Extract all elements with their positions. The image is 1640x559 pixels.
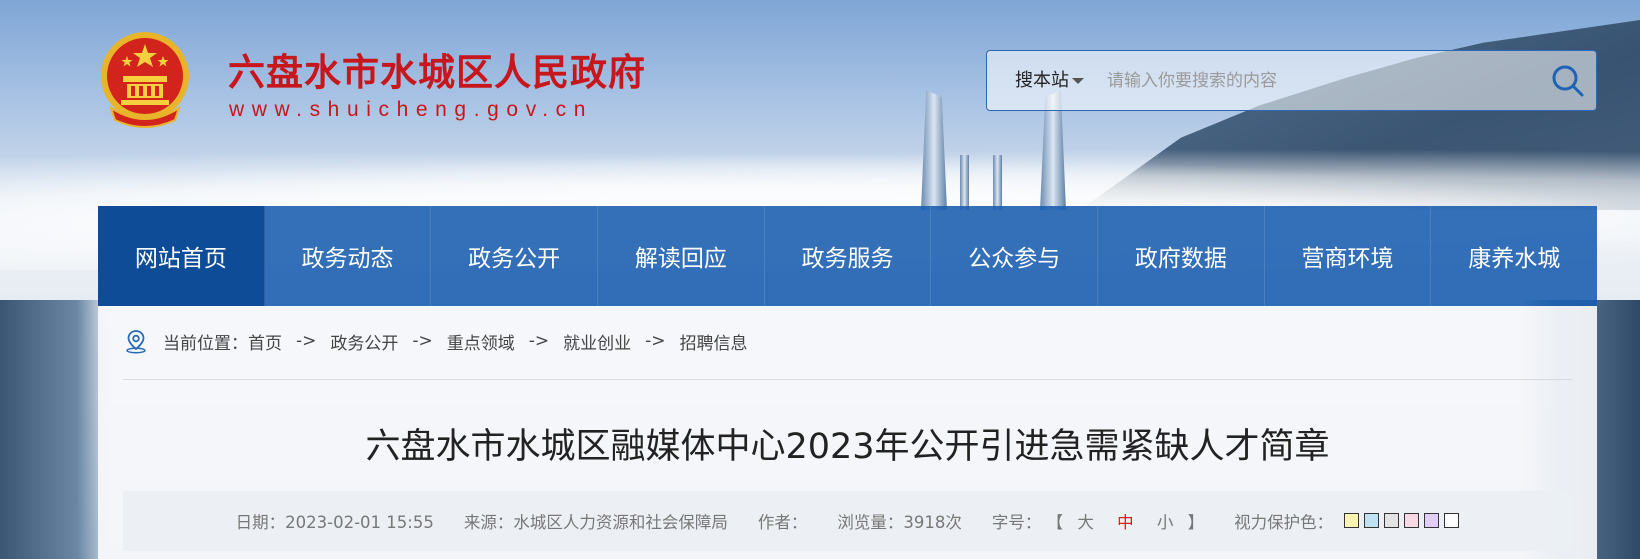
eye-care-swatch-gray[interactable] [1384, 513, 1400, 528]
font-size-large[interactable]: 大 [1077, 513, 1094, 532]
eye-care-swatch-blue[interactable] [1364, 513, 1380, 528]
eye-care-swatch-yellow[interactable] [1344, 513, 1360, 528]
nav-item-services[interactable]: 政务服务 [765, 206, 932, 306]
nav-item-open-government[interactable]: 政务公开 [431, 206, 599, 306]
divider [123, 379, 1572, 380]
eye-care-swatches [1344, 513, 1460, 528]
eye-care-control: 视力保护色： [1234, 509, 1460, 533]
article-meta: 日期：2023-02-01 15:55 来源：水城区人力资源和社会保障局 作者：… [123, 491, 1572, 551]
hill-illustration [0, 300, 110, 559]
site-header: 六盘水市水城区人民政府 www.shuicheng.gov.cn 搜本站 [0, 0, 1640, 206]
nav-item-data[interactable]: 政府数据 [1098, 206, 1265, 306]
search-scope-dropdown[interactable]: 搜本站 [1015, 51, 1084, 110]
font-size-medium[interactable]: 中 [1117, 513, 1134, 532]
search-icon[interactable] [1550, 63, 1586, 99]
main-nav: 网站首页 政务动态 政务公开 解读回应 政务服务 公众参与 政府数据 营商环境 … [98, 206, 1597, 306]
breadcrumb-item-recruitment[interactable]: 招聘信息 [680, 329, 748, 354]
eye-care-swatch-white[interactable] [1444, 513, 1460, 528]
site-domain: www.shuicheng.gov.cn [229, 98, 594, 121]
breadcrumb-separator: -> [412, 331, 433, 351]
nav-item-participation[interactable]: 公众参与 [931, 206, 1099, 306]
location-pin-icon [126, 330, 146, 354]
nav-item-business[interactable]: 营商环境 [1265, 206, 1432, 306]
article-source: 来源：水城区人力资源和社会保障局 [463, 513, 728, 532]
search-box: 搜本站 [986, 50, 1597, 111]
breadcrumb-item-home[interactable]: 首页 [248, 329, 282, 354]
breadcrumb-separator: -> [528, 331, 550, 351]
caret-down-icon [1072, 78, 1084, 84]
breadcrumb-prefix: 当前位置： [163, 333, 248, 354]
bracket-close: 】 [1187, 513, 1205, 532]
eye-care-swatch-purple[interactable] [1424, 513, 1440, 528]
bracket-open: 【 [1046, 513, 1064, 532]
national-emblem-icon[interactable] [97, 30, 193, 130]
font-size-label: 字号： [991, 513, 1042, 532]
nav-item-home[interactable]: 网站首页 [98, 206, 265, 306]
breadcrumb-separator: -> [645, 331, 666, 351]
article-date: 日期：2023-02-01 15:55 [235, 513, 434, 532]
breadcrumb-item-open-government[interactable]: 政务公开 [330, 329, 398, 354]
eye-care-label: 视力保护色： [1234, 513, 1334, 532]
font-size-small[interactable]: 小 [1157, 513, 1174, 532]
nav-item-wellness[interactable]: 康养水城 [1431, 206, 1597, 306]
breadcrumb-item-key-areas[interactable]: 重点领域 [447, 329, 515, 354]
article-title: 六盘水市水城区融媒体中心2023年公开引进急需紧缺人才简章 [365, 427, 1330, 467]
article-views: 浏览量：3918次 [837, 513, 962, 532]
article-content: 当前位置： 首页 -> 政务公开 -> 重点领域 -> 就业创业 -> 招聘信息… [98, 306, 1597, 559]
article-author: 作者： [757, 513, 808, 532]
nav-item-news[interactable]: 政务动态 [265, 206, 432, 306]
search-scope-label: 搜本站 [1015, 70, 1069, 91]
font-size-control: 字号： 【 大 中 小 】 [992, 509, 1204, 533]
breadcrumb-separator: -> [296, 331, 317, 351]
nav-item-interpretation[interactable]: 解读回应 [598, 206, 765, 306]
breadcrumb-item-employment[interactable]: 就业创业 [563, 329, 631, 354]
eye-care-swatch-pink[interactable] [1404, 513, 1420, 528]
site-title[interactable]: 六盘水市水城区人民政府 [228, 42, 646, 96]
search-input[interactable] [1107, 61, 1527, 101]
breadcrumb: 当前位置： 首页 -> 政务公开 -> 重点领域 -> 就业创业 -> 招聘信息 [123, 326, 748, 356]
